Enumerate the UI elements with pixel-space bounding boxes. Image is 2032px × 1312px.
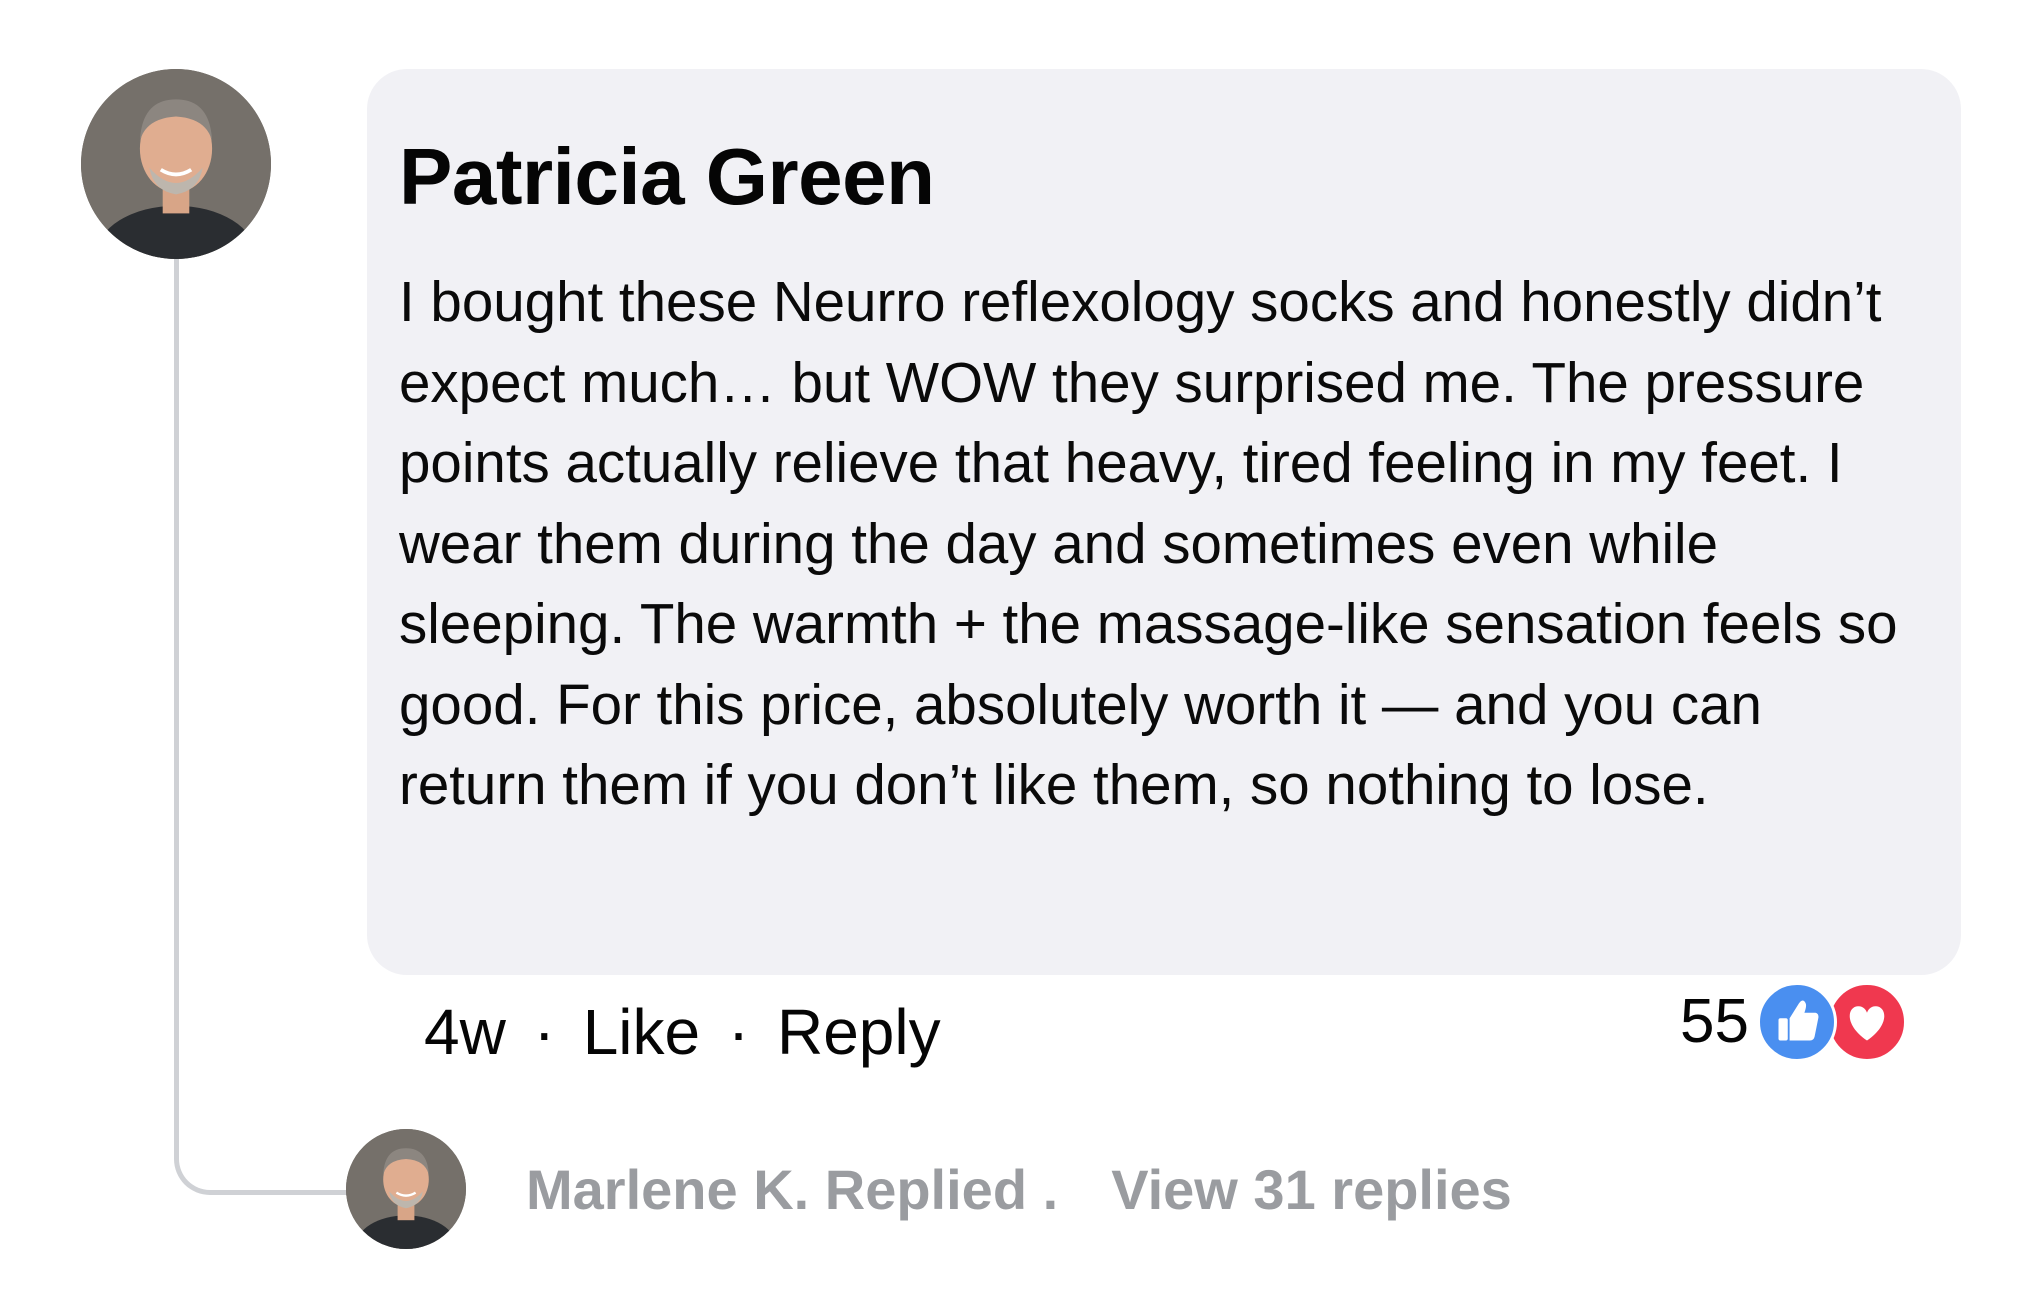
reaction-count: 55	[1680, 987, 1749, 1056]
separator-dot: ·	[533, 996, 555, 1068]
comment-text: I bought these Neurro reflexology socks …	[399, 270, 1898, 816]
view-replies-link[interactable]: View 31 replies	[1111, 1152, 1512, 1228]
replier-text: Marlene K. Replied .	[526, 1158, 1059, 1221]
commenter-avatar[interactable]	[81, 69, 271, 259]
reply-link[interactable]: Reply	[777, 990, 941, 1074]
comment-actions: 4w · Like · Reply	[424, 990, 941, 1074]
comment-author-name[interactable]: Patricia Green	[399, 127, 1923, 227]
comment-timestamp[interactable]: 4w	[424, 990, 506, 1074]
separator-dot: ·	[727, 996, 750, 1068]
thread-connector-line	[174, 259, 349, 1195]
thumbs-up-icon	[1756, 982, 1837, 1062]
like-link[interactable]: Like	[583, 990, 700, 1074]
replier-avatar[interactable]	[346, 1129, 466, 1249]
person-photo-icon	[346, 1129, 466, 1249]
replies-preview[interactable]: Marlene K. Replied . View 31 replies	[526, 1152, 1512, 1228]
comment-bubble: Patricia Green I bought these Neurro ref…	[367, 69, 1961, 975]
reactions-summary[interactable]: 55	[1680, 981, 1907, 1063]
heart-icon	[1826, 982, 1907, 1062]
person-photo-icon	[81, 69, 271, 259]
